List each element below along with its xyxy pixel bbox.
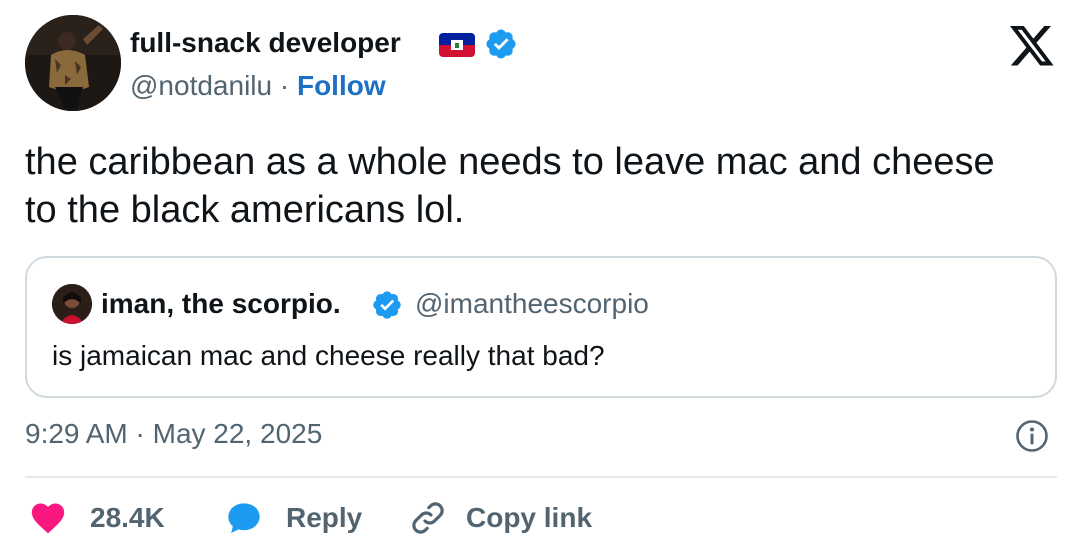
reply-label: Reply xyxy=(286,502,363,533)
meta-separator: · xyxy=(279,70,297,101)
info-icon[interactable] xyxy=(1015,419,1049,453)
tweet-timestamp[interactable]: 9:29 AM · May 22, 2025 xyxy=(25,416,322,452)
author-meta-line: @notdanilu · Follow xyxy=(130,68,386,104)
verified-badge-icon xyxy=(484,27,518,61)
quoted-author-handle[interactable]: @imantheescorpio xyxy=(415,286,649,322)
verified-badge-icon xyxy=(371,289,403,321)
follow-button[interactable]: Follow xyxy=(297,70,386,101)
x-logo-icon[interactable] xyxy=(1009,26,1056,66)
like-count: 28.4K xyxy=(90,502,165,533)
like-button[interactable]: 28.4K xyxy=(28,495,165,541)
quoted-author-avatar[interactable] xyxy=(52,284,92,324)
reply-button[interactable]: Reply xyxy=(224,495,362,541)
copy-link-label: Copy link xyxy=(466,502,593,533)
copy-link-button[interactable]: Copy link xyxy=(408,495,592,541)
author-avatar[interactable] xyxy=(25,15,121,111)
haiti-flag-icon xyxy=(439,33,475,57)
divider xyxy=(25,476,1057,478)
reply-bubble-icon xyxy=(224,498,264,538)
author-name[interactable]: full-snack developer xyxy=(130,24,401,62)
author-handle[interactable]: @notdanilu xyxy=(130,70,272,101)
quoted-author-name[interactable]: iman, the scorpio. xyxy=(101,286,341,322)
quoted-tweet-card[interactable]: iman, the scorpio. @imantheescorpio is j… xyxy=(25,256,1057,398)
tweet-text: the caribbean as a whole needs to leave … xyxy=(25,141,995,231)
quoted-tweet-text: is jamaican mac and cheese really that b… xyxy=(52,340,605,371)
link-icon xyxy=(408,498,448,538)
heart-icon xyxy=(28,498,68,538)
